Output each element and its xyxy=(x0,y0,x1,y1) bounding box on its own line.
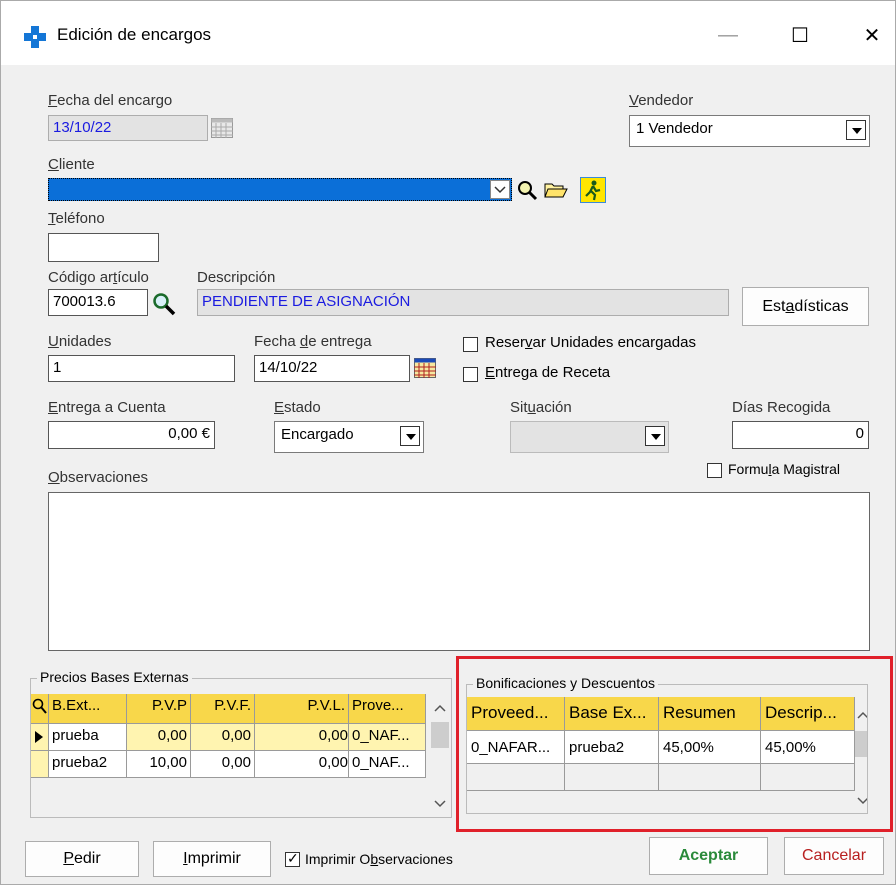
open-folder-icon[interactable] xyxy=(544,180,568,200)
cliente-dropdown-button[interactable] xyxy=(490,180,510,199)
fecha-encargo-label: Fecha del encargo xyxy=(48,92,173,109)
precios-scrollbar[interactable] xyxy=(429,694,451,817)
search-icon[interactable] xyxy=(151,291,177,317)
observaciones-label: Observaciones xyxy=(48,469,149,486)
imprimir-observaciones-checkbox[interactable] xyxy=(285,850,300,867)
row-selector[interactable] xyxy=(31,751,49,778)
highlight-box xyxy=(456,656,893,832)
precios-header-pvl[interactable]: P.V.L. xyxy=(255,694,349,724)
aceptar-button[interactable]: Aceptar xyxy=(649,837,768,875)
table-cell[interactable]: 0,00 xyxy=(191,724,255,751)
chevron-down-icon xyxy=(400,426,420,446)
scroll-thumb[interactable] xyxy=(431,722,449,748)
minimize-button[interactable]: — xyxy=(703,15,753,55)
calendar-icon[interactable] xyxy=(211,118,233,138)
chevron-down-icon[interactable] xyxy=(434,800,446,808)
fecha-entrega-label: Fecha de entrega xyxy=(254,333,372,350)
search-icon[interactable] xyxy=(516,179,538,201)
cliente-label: Cliente xyxy=(48,156,95,173)
precios-header-pvf[interactable]: P.V.F. xyxy=(191,694,255,724)
vendedor-select[interactable]: 1 Vendedor xyxy=(629,115,870,147)
maximize-button[interactable]: ☐ xyxy=(775,15,825,55)
pedir-button[interactable]: Pedir xyxy=(25,841,139,877)
grid-search-cell[interactable] xyxy=(31,694,49,724)
descripcion-label: Descripción xyxy=(197,269,276,286)
window-title: Edición de encargos xyxy=(57,25,212,44)
chevron-down-icon xyxy=(494,186,506,194)
table-cell[interactable]: prueba2 xyxy=(49,751,127,778)
imprimir-observaciones-label: Imprimir Observaciones xyxy=(305,851,453,867)
receta-checkbox[interactable] xyxy=(463,367,478,382)
formula-magistral-label: Formula Magistral xyxy=(728,461,841,477)
table-cell[interactable]: 0,00 xyxy=(255,724,349,751)
estadisticas-button[interactable]: Est a dísticas xyxy=(742,287,869,326)
unidades-field[interactable]: 1 xyxy=(48,355,235,382)
codigo-articulo-field[interactable]: 700013.6 xyxy=(48,289,148,316)
running-man-button[interactable] xyxy=(580,177,606,203)
codigo-articulo-label: Código artículo xyxy=(48,269,149,286)
estado-value: Encargado xyxy=(281,426,354,443)
imprimir-button[interactable]: Imprimir xyxy=(153,841,271,877)
row-pointer-icon xyxy=(35,731,43,743)
dias-recogida-field[interactable]: 0 xyxy=(732,421,869,449)
chevron-up-icon[interactable] xyxy=(434,704,446,712)
situacion-label: Situación xyxy=(510,399,572,416)
receta-label: Entrega de Receta xyxy=(485,364,611,381)
telefono-field[interactable] xyxy=(48,233,159,262)
vendedor-value: 1 Vendedor xyxy=(636,120,713,137)
calendar-icon[interactable] xyxy=(414,358,436,378)
chevron-down-icon xyxy=(645,426,665,446)
table-cell[interactable]: 0_NAF... xyxy=(349,751,426,778)
descripcion-field: PENDIENTE DE ASIGNACIÓN xyxy=(197,289,729,316)
table-cell[interactable]: 0_NAF... xyxy=(349,724,426,751)
title-bar: Edición de encargos — ☐ ✕ xyxy=(1,1,895,65)
dias-recogida-label: Días Recogida xyxy=(732,399,831,416)
precios-header-pvp[interactable]: P.V.P xyxy=(127,694,191,724)
running-man-icon xyxy=(585,180,601,201)
fecha-entrega-field[interactable]: 14/10/22 xyxy=(254,355,410,382)
formula-magistral-checkbox[interactable] xyxy=(707,463,722,478)
situacion-select[interactable] xyxy=(510,421,669,453)
table-cell[interactable]: 0,00 xyxy=(255,751,349,778)
precios-title: Precios Bases Externas xyxy=(37,669,192,685)
search-icon xyxy=(32,698,47,714)
app-cross-icon xyxy=(24,26,46,48)
table-cell[interactable]: 0,00 xyxy=(127,724,191,751)
estado-select[interactable]: Encargado xyxy=(274,421,424,453)
chevron-down-icon xyxy=(846,120,866,140)
observaciones-textarea[interactable] xyxy=(48,492,870,651)
estado-label: Estado xyxy=(274,399,321,416)
entrega-cuenta-field[interactable]: 0,00 € xyxy=(48,421,215,449)
table-cell[interactable]: prueba xyxy=(49,724,127,751)
cliente-field[interactable] xyxy=(48,178,512,201)
dialog-window: Edición de encargos — ☐ ✕ Fecha del enca… xyxy=(0,0,896,885)
vendedor-label: Vendedor xyxy=(629,92,694,109)
close-button[interactable]: ✕ xyxy=(847,15,896,55)
telefono-label: Teléfono xyxy=(48,210,105,227)
unidades-label: Unidades xyxy=(48,333,112,350)
precios-grid: B.Ext... P.V.P P.V.F. P.V.L. Prove... pr… xyxy=(31,694,451,817)
fecha-encargo-field: 13/10/22 xyxy=(48,115,208,141)
table-cell[interactable]: 0,00 xyxy=(191,751,255,778)
reservar-label: Reservar Unidades encargadas xyxy=(485,334,696,351)
entrega-cuenta-label: Entrega a Cuenta xyxy=(48,399,166,416)
precios-header-proveedor[interactable]: Prove... xyxy=(349,694,426,724)
cancelar-button[interactable]: Cancelar xyxy=(784,837,884,875)
reservar-checkbox[interactable] xyxy=(463,337,478,352)
precios-header-bext[interactable]: B.Ext... xyxy=(49,694,127,724)
row-selector[interactable] xyxy=(31,724,49,751)
table-cell[interactable]: 10,00 xyxy=(127,751,191,778)
